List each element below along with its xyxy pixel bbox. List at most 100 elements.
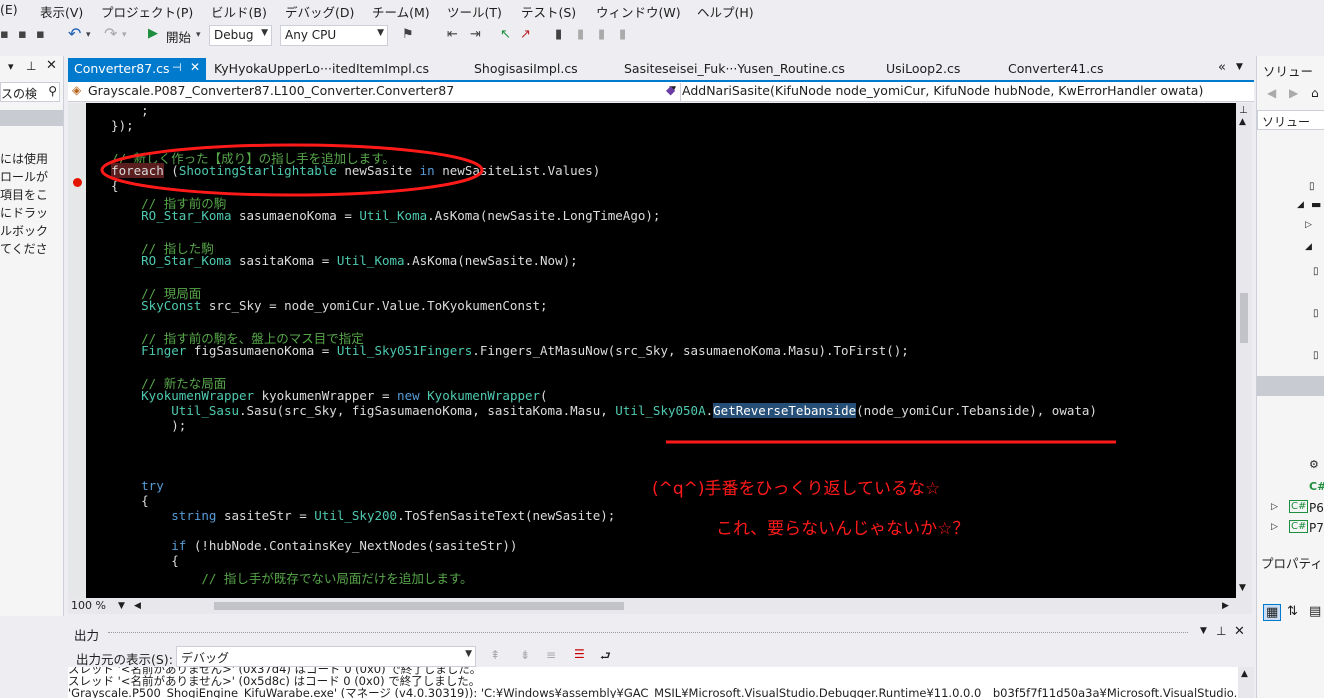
comment-icon[interactable]: ⇥ <box>470 27 481 42</box>
solution-search-input[interactable]: ソリュー <box>1257 110 1324 130</box>
tab-kyhyoka[interactable]: KyHyokaUpperLo···itedItemImpl.cs <box>208 58 458 80</box>
scroll-up-icon[interactable]: ▲ <box>1241 669 1248 679</box>
menu-build[interactable]: ビルド(B) <box>211 2 267 21</box>
menu-tools[interactable]: ツール(T) <box>447 2 502 21</box>
toolbox-group-header[interactable] <box>0 110 63 126</box>
home-icon[interactable]: ⌂ <box>1311 86 1319 100</box>
save-all-icon[interactable]: ▪ <box>36 27 45 42</box>
menu-help[interactable]: ヘルプ(H) <box>697 2 754 21</box>
toolbox-info-line: ロールが <box>0 170 49 184</box>
clear-all-icon[interactable]: ☰ <box>574 647 585 661</box>
word-wrap-icon[interactable]: ⮐ <box>600 647 611 668</box>
breakpoint-icon[interactable] <box>73 178 82 187</box>
tree-item-icon[interactable]: ▯ <box>1309 181 1315 192</box>
start-icon[interactable]: ▶ <box>148 26 158 41</box>
csharp-project-icon[interactable]: C# <box>1309 480 1324 493</box>
annotation-text-2: これ、要らないんじゃないか☆？ <box>716 519 970 539</box>
goto-icon[interactable]: ≡ <box>546 648 556 662</box>
close-icon[interactable]: ✕ <box>46 58 57 73</box>
bookmark-icon[interactable]: ▮ <box>555 27 562 42</box>
tree-item-icon[interactable]: ▯ <box>1313 308 1319 319</box>
start-button-label[interactable]: 開始 <box>166 27 191 46</box>
attach-icon[interactable]: ⚑ <box>402 27 414 42</box>
configuration-combo[interactable]: Debug ▼ <box>209 25 272 46</box>
collapse-icon[interactable]: ▷ <box>1305 220 1312 230</box>
menu-debug[interactable]: デバッグ(D) <box>285 2 354 21</box>
pin-icon[interactable]: ⊥ <box>1216 624 1226 638</box>
dropdown-icon[interactable]: ▼ <box>1200 626 1207 636</box>
dropdown-icon[interactable]: ▾ <box>8 60 14 73</box>
start-dropdown-icon[interactable]: ▾ <box>196 30 201 40</box>
toolbox-search-input[interactable]: スの検 ⚲ <box>0 82 60 102</box>
csharp-project-icon[interactable]: C# <box>1289 520 1309 533</box>
property-pages-icon[interactable]: ▤ <box>1309 604 1321 619</box>
output-text-area[interactable]: スレッド '<名前がありません>' (0x37d4) はコード 0 (0x0) … <box>68 667 1238 698</box>
tree-item-icon[interactable]: ▯ <box>1313 266 1319 277</box>
redo-icon[interactable]: ↷ <box>104 24 117 43</box>
tab-sasiteseisei[interactable]: Sasiteseisei_Fuk···Yusen_Routine.cs <box>618 58 878 80</box>
selected-tree-item[interactable] <box>1257 376 1324 396</box>
find-prev-icon[interactable]: ⇞ <box>490 648 500 662</box>
save-icon[interactable]: ▪ <box>0 27 9 42</box>
class-navigation-combo[interactable]: ◈ Grayscale.P087_Converter87.L100_Conver… <box>68 83 681 101</box>
menu-team[interactable]: チーム(M) <box>372 2 430 21</box>
scroll-up-icon[interactable]: ▲ <box>1239 117 1246 127</box>
tab-shogisasi[interactable]: ShogisasiImpl.cs <box>468 58 588 80</box>
close-icon[interactable]: ✕ <box>1234 624 1245 639</box>
output-source-combo[interactable]: デバッグ ▼ <box>176 646 476 667</box>
collapse-icon[interactable]: ▷ <box>1271 502 1278 512</box>
forward-icon[interactable]: ▶ <box>1289 86 1298 100</box>
platform-combo[interactable]: Any CPU ▼ <box>280 25 388 46</box>
menu-window[interactable]: ウィンドウ(W) <box>596 2 681 21</box>
folder-icon[interactable]: ▬ <box>1311 198 1321 211</box>
menu-project[interactable]: プロジェクト(P) <box>101 2 193 21</box>
expand-icon[interactable]: ◢ <box>1297 200 1304 210</box>
step-icon[interactable]: ⇤ <box>447 27 458 42</box>
undo-dropdown-icon[interactable]: ▾ <box>86 30 91 40</box>
menu-edit[interactable]: (E) <box>0 2 18 17</box>
member-navigation-combo[interactable]: ◆ AddNariSasite(KifuNode node_yomiCur, K… <box>662 83 1274 101</box>
horizontal-scrollbar[interactable]: 100 % ▼ ◀ ▶ <box>68 598 1252 614</box>
reference-icon[interactable]: ⚙ <box>1309 458 1319 471</box>
scroll-down-icon[interactable]: ▼ <box>1239 583 1246 593</box>
tree-item-icon[interactable]: ▯ <box>1313 350 1319 361</box>
bookmark-clear-icon[interactable]: ▮ <box>619 27 626 42</box>
collapse-icon[interactable]: ▷ <box>1271 522 1278 532</box>
scrollbar-thumb[interactable] <box>214 602 624 610</box>
redo-dropdown-icon[interactable]: ▾ <box>122 30 127 40</box>
project-item-p6[interactable]: P6 <box>1309 501 1324 515</box>
menu-view[interactable]: 表示(V) <box>40 2 83 21</box>
tab-overflow-icon[interactable]: « <box>1218 60 1226 75</box>
split-icon[interactable]: ⊥ <box>1239 105 1248 116</box>
bookmark-remove-icon[interactable]: ↗ <box>520 27 531 42</box>
zoom-dropdown-icon[interactable]: ▼ <box>118 601 125 611</box>
editor-gutter[interactable] <box>68 103 86 598</box>
scrollbar-thumb[interactable] <box>1240 293 1248 343</box>
close-icon[interactable]: ✕ <box>190 60 200 74</box>
find-next-icon[interactable]: ⇟ <box>520 648 530 662</box>
pin-icon[interactable]: ⊣ <box>172 61 182 74</box>
vertical-scrollbar[interactable]: ⊥ ▲ ▼ <box>1236 103 1252 598</box>
expand-icon[interactable]: ◢ <box>1305 242 1312 252</box>
bookmark-next-icon[interactable]: ▮ <box>598 27 605 42</box>
undo-icon[interactable]: ↶ <box>68 24 81 43</box>
bookmark-add-icon[interactable]: ↖ <box>500 27 511 42</box>
pin-icon[interactable]: ⊥ <box>26 59 36 73</box>
code-editor[interactable]: ; }); // 新しく作った【成り】の指し手を追加します。 foreach (… <box>86 103 1236 598</box>
output-scrollbar[interactable]: ▲ <box>1238 667 1254 698</box>
tab-usiloop2[interactable]: UsiLoop2.cs <box>880 58 990 80</box>
tab-converter87[interactable]: Converter87.cs ⊣ ✕ <box>68 58 206 80</box>
menu-test[interactable]: テスト(S) <box>521 2 576 21</box>
scroll-left-icon[interactable]: ◀ <box>134 601 141 611</box>
categorized-icon[interactable]: ▦ <box>1263 604 1282 621</box>
save-icon[interactable]: ▪ <box>18 27 27 42</box>
project-item-p7[interactable]: P7 <box>1309 521 1324 535</box>
alphabetical-icon[interactable]: ⇅ <box>1287 604 1298 619</box>
scroll-right-icon[interactable]: ▶ <box>1222 601 1229 611</box>
zoom-level[interactable]: 100 % <box>71 599 106 612</box>
back-icon[interactable]: ◀ <box>1267 86 1276 100</box>
tab-converter41[interactable]: Converter41.cs <box>1002 58 1132 80</box>
bookmark-prev-icon[interactable]: ▮ <box>577 27 584 42</box>
chevron-down-icon[interactable]: ▼ <box>1236 62 1243 72</box>
csharp-project-icon[interactable]: C# <box>1289 500 1309 513</box>
